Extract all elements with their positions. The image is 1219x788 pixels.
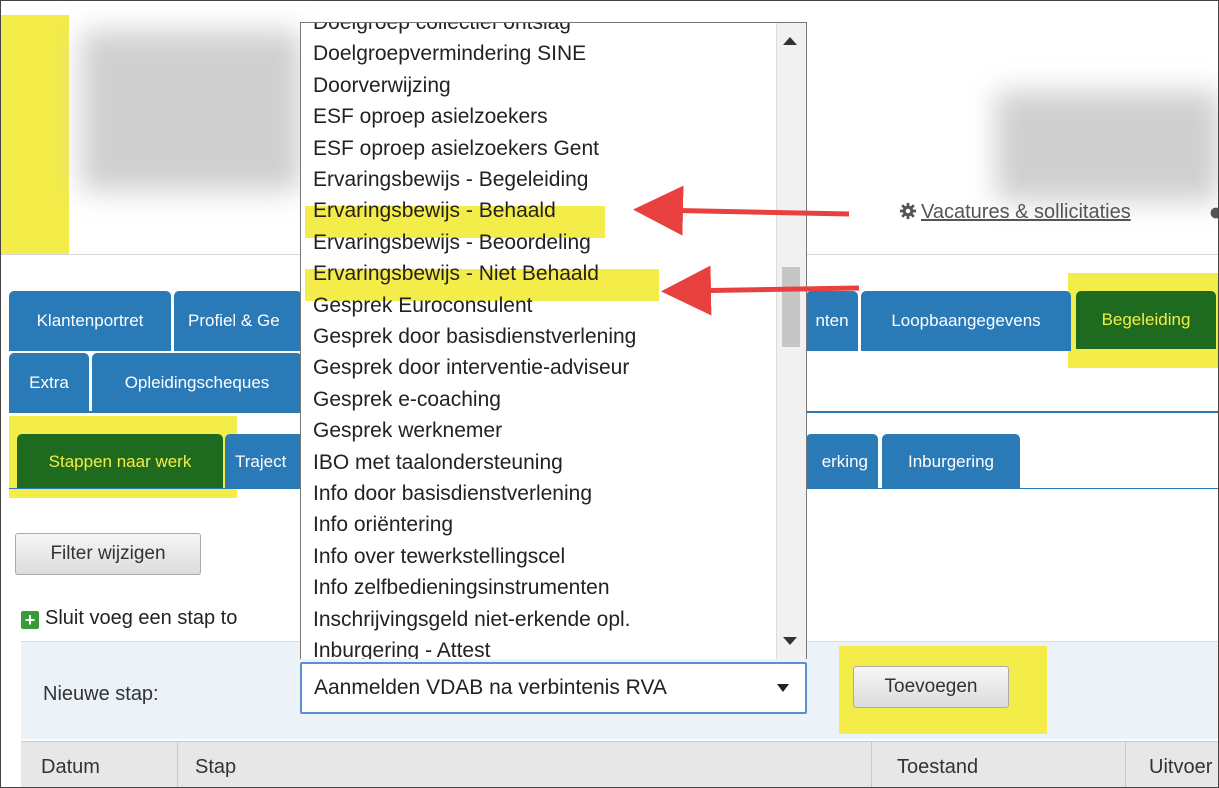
th-separator: [1125, 742, 1126, 787]
dropdown-option[interactable]: Gesprek Euroconsulent: [313, 294, 532, 318]
filter-wijzigen-button[interactable]: Filter wijzigen: [15, 533, 201, 575]
dropdown-option[interactable]: Doelgroepvermindering SINE: [313, 42, 586, 66]
dropdown-option[interactable]: Gesprek e-coaching: [313, 388, 501, 412]
vacatures-link-label: Vacatures & sollicitaties: [921, 201, 1131, 223]
dropdown-option[interactable]: Gesprek door interventie-adviseur: [313, 356, 629, 380]
dropdown-option[interactable]: Ervaringsbewijs - Niet Behaald: [313, 262, 599, 286]
dropdown-option[interactable]: Doorverwijzing: [313, 74, 451, 98]
tab-competenties[interactable]: nten: [806, 291, 858, 351]
scroll-down-icon[interactable]: [783, 637, 797, 645]
tab-inburgering[interactable]: Inburgering: [882, 434, 1020, 489]
caret-down-icon: [777, 684, 789, 692]
new-step-select[interactable]: Aanmelden VDAB na verbintenis RVA: [300, 662, 807, 714]
blurred-logo-left: [81, 31, 301, 191]
dropdown-option[interactable]: Info oriëntering: [313, 513, 453, 537]
tab-samenwerking[interactable]: erking: [806, 434, 878, 489]
tab-opleidingscheques[interactable]: Opleidingscheques: [92, 353, 302, 413]
add-step-link[interactable]: + Sluit voeg een stap to: [21, 607, 237, 630]
dropdown-option[interactable]: Inschrijvingsgeld niet-erkende opl.: [313, 608, 631, 632]
toevoegen-button[interactable]: Toevoegen: [853, 666, 1009, 708]
gear-icon-2: [1210, 207, 1218, 219]
dropdown-option[interactable]: ESF oproep asielzoekers: [313, 105, 548, 129]
table-header: Datum Stap Toestand Uitvoer: [21, 741, 1218, 787]
new-step-label: Nieuwe stap:: [43, 683, 159, 705]
dropdown-option[interactable]: Inburgering - Attest: [313, 639, 490, 659]
tab-klantenportret[interactable]: Klantenportret: [9, 291, 171, 351]
scroll-up-icon[interactable]: [783, 37, 797, 45]
th-toestand[interactable]: Toestand: [897, 756, 978, 779]
dropdown-option[interactable]: Info zelfbedieningsinstrumenten: [313, 576, 610, 600]
th-separator: [871, 742, 872, 787]
tab-stappen-naar-werk[interactable]: Stappen naar werk: [17, 434, 223, 489]
tab-extra[interactable]: Extra: [9, 353, 89, 413]
th-stap[interactable]: Stap: [195, 756, 236, 779]
tab-traject[interactable]: Traject: [225, 434, 305, 489]
tab-loopbaangegevens[interactable]: Loopbaangegevens: [861, 291, 1071, 351]
annotation-highlight-left: [1, 15, 69, 255]
dropdown-option[interactable]: Info door basisdienstverlening: [313, 482, 592, 506]
add-step-label: Sluit voeg een stap to: [45, 607, 238, 629]
gear-icon: [899, 202, 917, 220]
vacatures-link[interactable]: Vacatures & sollicitaties: [899, 201, 1131, 224]
screenshot-root: Vacatures & sollicitaties Klantenportret…: [0, 0, 1219, 788]
dropdown-option[interactable]: Ervaringsbewijs - Beoordeling: [313, 231, 591, 255]
dropdown-option[interactable]: IBO met taalondersteuning: [313, 451, 563, 475]
tab-profiel[interactable]: Profiel & Ge: [174, 291, 302, 351]
dropdown-option[interactable]: Gesprek werknemer: [313, 419, 502, 443]
scroll-thumb[interactable]: [782, 267, 800, 347]
th-separator: [177, 742, 178, 787]
dropdown-option[interactable]: ESF oproep asielzoekers Gent: [313, 137, 599, 161]
dropdown-option[interactable]: Doelgroep collectief ontslag: [313, 23, 571, 35]
blurred-logo-right: [996, 91, 1218, 201]
th-datum[interactable]: Datum: [41, 756, 100, 779]
dropdown-option[interactable]: Gesprek door basisdienstverlening: [313, 325, 636, 349]
dropdown-scrollbar[interactable]: [776, 23, 806, 659]
th-uitvoer[interactable]: Uitvoer: [1149, 756, 1212, 779]
new-step-select-value: Aanmelden VDAB na verbintenis RVA: [314, 676, 667, 699]
step-dropdown-list[interactable]: Doelgroep collectief ontslag Doelgroepver…: [300, 22, 807, 659]
dropdown-option[interactable]: Info over tewerkstellingscel: [313, 545, 565, 569]
tab-begeleiding[interactable]: Begeleiding: [1076, 291, 1216, 349]
dropdown-option[interactable]: Ervaringsbewijs - Begeleiding: [313, 168, 588, 192]
dropdown-option[interactable]: Ervaringsbewijs - Behaald: [313, 199, 556, 223]
plus-icon: +: [21, 611, 39, 629]
